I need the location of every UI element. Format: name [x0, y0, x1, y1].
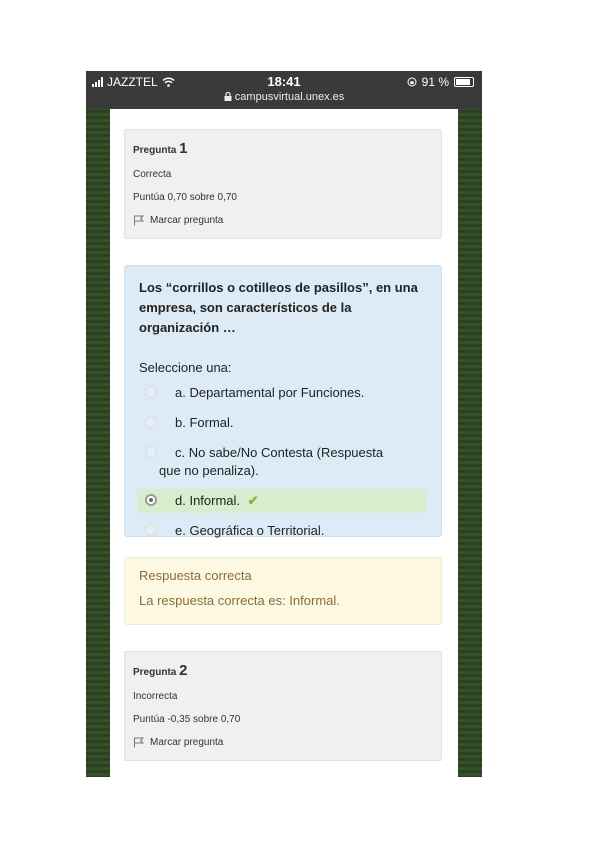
- flag-icon: [134, 215, 144, 226]
- radio-button-b[interactable]: [145, 416, 157, 428]
- question-2-title: Pregunta 2: [133, 662, 188, 679]
- answer-option-c[interactable]: c. No sabe/No Contesta (Respuesta que no…: [137, 441, 427, 483]
- question-formulation: Los “corrillos o cotilleos de pasillos”,…: [124, 265, 442, 538]
- flag-question-1-link[interactable]: Marcar pregunta: [133, 215, 433, 226]
- correct-check-icon: ✔: [247, 493, 259, 508]
- answer-prompt: Seleccione una:: [139, 360, 232, 375]
- battery-icon: [454, 77, 474, 87]
- answer-option-e[interactable]: e. Geográfica o Territorial.: [137, 519, 427, 543]
- answer-feedback: Respuesta correcta La respuesta correcta…: [124, 557, 442, 625]
- feedback-right-answer: La respuesta correcta es: Informal.: [139, 593, 340, 608]
- orientation-lock-icon: [407, 77, 417, 87]
- answer-option-d[interactable]: d. Informal. ✔: [137, 489, 427, 513]
- question-2-info: Pregunta 2 Incorrecta Puntúa -0,35 sobre…: [124, 651, 442, 761]
- battery-info: 91 %: [407, 75, 474, 89]
- lock-icon: [224, 91, 232, 101]
- radio-button-e[interactable]: [145, 524, 157, 536]
- question-1-title: Pregunta 1: [133, 140, 188, 157]
- url-text: campusvirtual.unex.es: [234, 91, 345, 103]
- question-text: Los “corrillos o cotilleos de pasillos”,…: [139, 280, 418, 335]
- phone-screenshot: JAZZTEL 18:41 campusvirtual.unex.es 91 %: [86, 71, 482, 777]
- question-1-info: Pregunta 1 Correcta Puntúa 0,70 sobre 0,…: [124, 129, 442, 239]
- question-1-state: Correcta: [133, 169, 172, 180]
- question-2-state: Incorrecta: [133, 691, 178, 702]
- answer-option-b[interactable]: b. Formal.: [137, 411, 427, 435]
- feedback-result: Respuesta correcta: [139, 568, 252, 583]
- answer-option-a[interactable]: a. Departamental por Funciones.: [137, 381, 427, 405]
- radio-button-a[interactable]: [145, 386, 157, 398]
- radio-button-d[interactable]: [145, 494, 157, 506]
- flag-question-2-link[interactable]: Marcar pregunta: [133, 737, 433, 748]
- question-2-grade: Puntúa -0,35 sobre 0,70: [133, 714, 241, 725]
- address-bar[interactable]: campusvirtual.unex.es: [86, 91, 482, 103]
- battery-percent: 91 %: [421, 75, 449, 89]
- status-bar: JAZZTEL 18:41 campusvirtual.unex.es 91 %: [86, 71, 482, 109]
- quiz-review-page: Pregunta 1 Correcta Puntúa 0,70 sobre 0,…: [110, 109, 458, 777]
- question-1-grade: Puntúa 0,70 sobre 0,70: [133, 192, 237, 203]
- flag-icon: [134, 737, 144, 748]
- radio-button-c[interactable]: [145, 446, 157, 458]
